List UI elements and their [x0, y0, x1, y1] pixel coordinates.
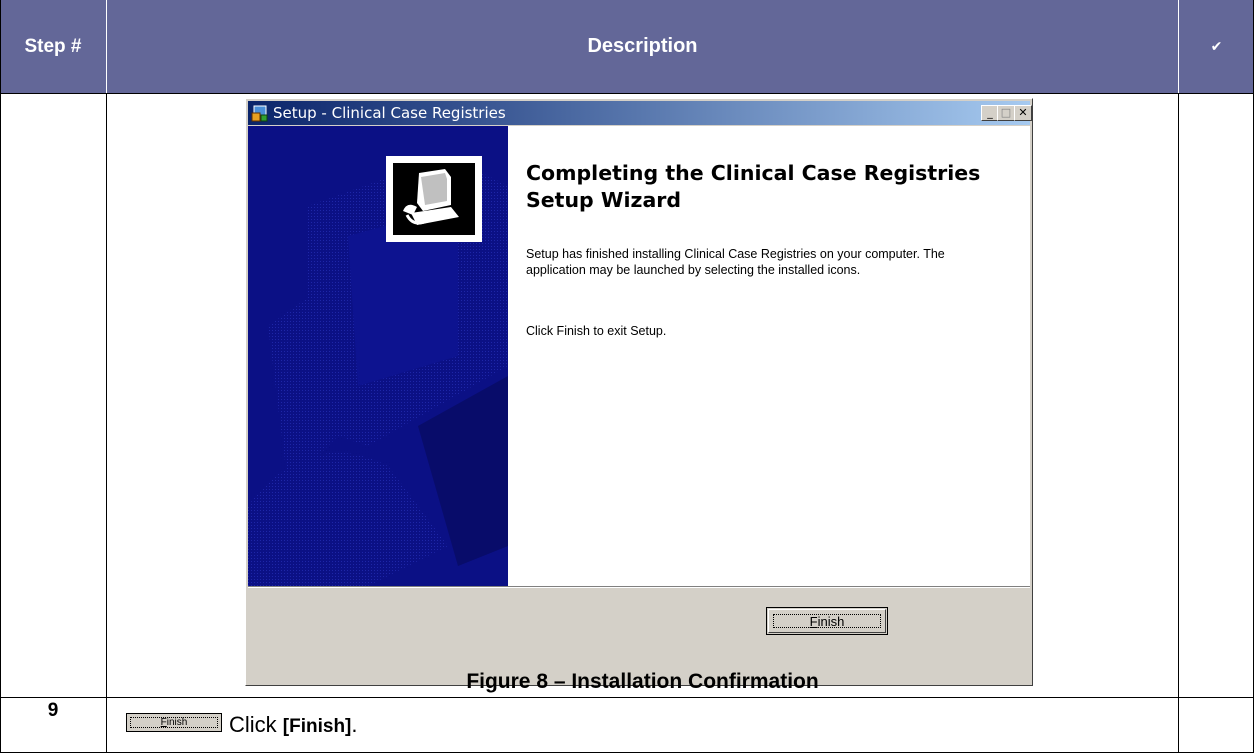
dialog-title: Setup - Clinical Case Registries: [273, 104, 506, 122]
step-instruction: Click [Finish].: [229, 712, 358, 738]
header-step-label: Step #: [24, 35, 82, 57]
header-description-cell: Description: [107, 0, 1178, 93]
header-check-cell: ✔: [1179, 0, 1254, 93]
computer-install-icon: [386, 156, 482, 242]
table-divider-check: [1178, 93, 1179, 753]
check-icon: ✔: [1210, 38, 1223, 55]
table-row-line-1: [0, 697, 1254, 698]
dialog-separator: [248, 586, 1030, 588]
wizard-finished-text: Setup has finished installing Clinical C…: [526, 247, 945, 277]
table-border-left: [0, 0, 1, 753]
wizard-content-panel: Completing the Clinical Case Registries …: [508, 126, 1030, 586]
close-button[interactable]: ✕: [1014, 105, 1032, 121]
procedure-table-page: Step # Description ✔ Setup - Clinical Ca…: [0, 0, 1254, 753]
wizard-heading: Completing the Clinical Case Registries …: [526, 161, 981, 212]
wizard-exit-text: Click Finish to exit Setup.: [526, 324, 667, 338]
dialog-titlebar[interactable]: Setup - Clinical Case Registries _ □ ✕: [248, 101, 1032, 125]
maximize-button[interactable]: □: [997, 105, 1015, 121]
header-description-label: Description: [587, 35, 698, 57]
wizard-side-panel: [248, 126, 508, 586]
table-row-line-header: [0, 93, 1254, 94]
setup-icon: [251, 104, 269, 122]
header-step-cell: Step #: [0, 0, 106, 93]
setup-wizard-dialog: Setup - Clinical Case Registries _ □ ✕ C…: [245, 98, 1033, 686]
step-number: 9: [47, 700, 59, 721]
figure-caption: Figure 8 – Installation Confirmation: [466, 670, 819, 693]
instruction-action: [Finish]: [282, 716, 352, 737]
finish-button[interactable]: Finish: [766, 607, 888, 635]
table-divider-step: [106, 93, 107, 753]
inline-finish-button-image: Finish: [126, 713, 222, 732]
instruction-suffix: .: [351, 712, 358, 737]
instruction-prefix: Click: [229, 712, 283, 737]
